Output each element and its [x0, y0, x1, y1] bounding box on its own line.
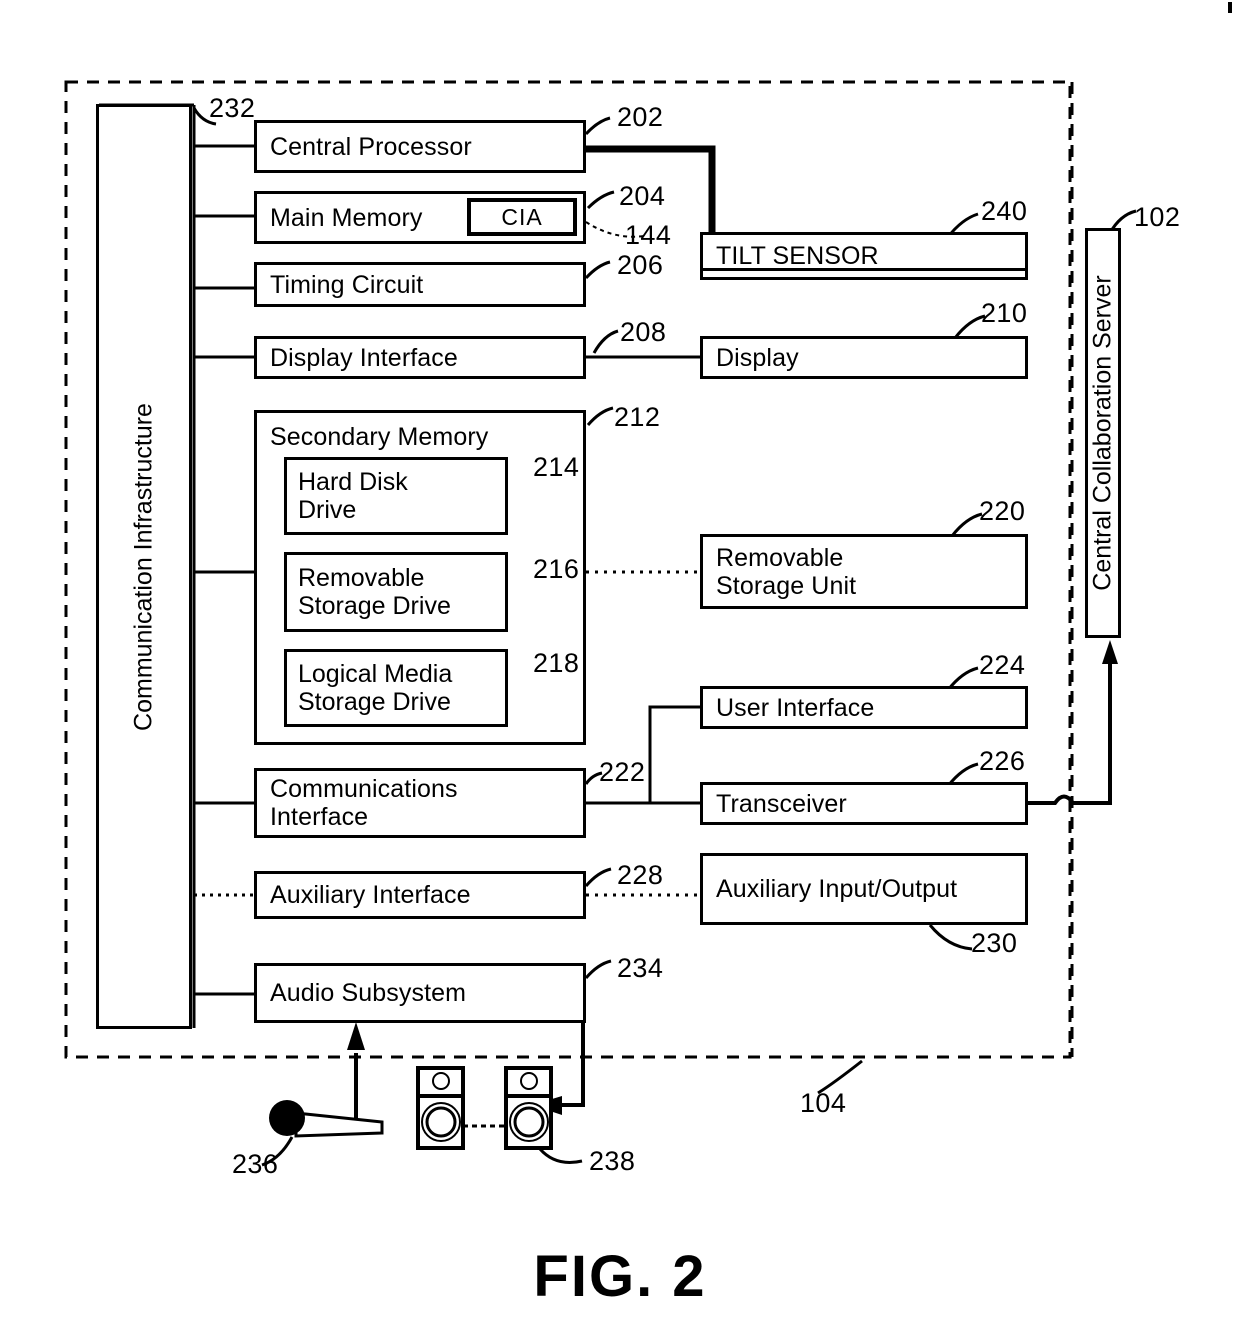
- removable-storage-unit-label: Removable Storage Unit: [716, 543, 857, 600]
- central-collaboration-server-block: Central Collaboration Server: [1085, 228, 1121, 638]
- audio-subsystem-label: Audio Subsystem: [270, 979, 467, 1007]
- auxiliary-input-output-block: Auxiliary Input/Output: [700, 853, 1028, 925]
- hard-disk-drive-block: Hard Disk Drive: [284, 457, 508, 535]
- figure-caption: FIG. 2: [533, 1244, 707, 1309]
- ref-210: 210: [981, 298, 1028, 328]
- secondary-memory-label: Secondary Memory: [270, 423, 489, 451]
- logical-media-storage-drive-label: Logical Media Storage Drive: [298, 660, 453, 716]
- ref-204: 204: [619, 181, 666, 211]
- speaker-right-woofer-inner: [513, 1106, 545, 1138]
- ref-236: 236: [232, 1149, 279, 1179]
- logical-media-storage-drive-block: Logical Media Storage Drive: [284, 649, 508, 727]
- transceiver-block: Transceiver: [700, 782, 1028, 825]
- display-label: Display: [716, 343, 799, 372]
- communications-interface-label: Communications Interface: [270, 775, 458, 831]
- ref-206: 206: [617, 250, 664, 280]
- ref-102: 102: [1134, 202, 1181, 232]
- ref-238: 238: [589, 1146, 636, 1176]
- audio-subsystem-block: Audio Subsystem: [254, 963, 586, 1023]
- main-memory-label: Main Memory: [270, 203, 423, 232]
- microphone-head: [269, 1100, 305, 1136]
- communication-infrastructure-label: Communication Infrastructure: [129, 402, 158, 731]
- leader-212: [586, 406, 614, 426]
- ref-222: 222: [599, 757, 646, 787]
- user-interface-block: User Interface: [700, 686, 1028, 729]
- mic-arrowhead: [347, 1022, 365, 1050]
- ref-218: 218: [533, 648, 580, 678]
- audio-to-speaker-line: [561, 1022, 585, 1107]
- ref-104: 104: [800, 1088, 847, 1118]
- commif-branch-line: [648, 705, 700, 803]
- removable-storage-drive-block: Removable Storage Drive: [284, 552, 508, 632]
- cia-label: CIA: [501, 203, 543, 230]
- timing-circuit-label: Timing Circuit: [270, 270, 424, 299]
- ref-224: 224: [979, 650, 1026, 680]
- user-interface-label: User Interface: [716, 693, 875, 722]
- central-processor-label: Central Processor: [270, 132, 472, 161]
- ref-216: 216: [533, 554, 580, 584]
- communication-infrastructure-block: Communication Infrastructure: [96, 104, 192, 1029]
- ref-214: 214: [533, 452, 580, 482]
- leader-234: [584, 959, 612, 979]
- leader-228: [584, 867, 612, 887]
- ref-226: 226: [979, 746, 1026, 776]
- microphone-cone: [294, 1111, 384, 1138]
- ref-208: 208: [620, 317, 667, 347]
- leader-238: [538, 1147, 583, 1164]
- speaker-left-tweeter: [432, 1072, 450, 1090]
- ref-232: 232: [209, 93, 256, 123]
- leader-202: [584, 116, 611, 136]
- ref-212: 212: [614, 402, 661, 432]
- tilt-sensor-label: TILT SENSOR: [716, 242, 879, 270]
- transceiver-label: Transceiver: [716, 789, 847, 818]
- removable-storage-drive-label: Removable Storage Drive: [298, 564, 451, 620]
- removable-storage-unit-block: Removable Storage Unit: [700, 534, 1028, 609]
- auxiliary-input-output-label: Auxiliary Input/Output: [716, 875, 958, 903]
- auxiliary-interface-block: Auxiliary Interface: [254, 871, 586, 919]
- central-collaboration-server-label: Central Collaboration Server: [1088, 275, 1117, 591]
- ref-230: 230: [971, 928, 1018, 958]
- speaker-right-tweeter: [520, 1072, 538, 1090]
- timing-circuit-block: Timing Circuit: [254, 262, 586, 307]
- communications-interface-block: Communications Interface: [254, 768, 586, 838]
- display-interface-block: Display Interface: [254, 336, 586, 379]
- hard-disk-drive-label: Hard Disk Drive: [298, 468, 408, 524]
- leader-208: [592, 329, 619, 354]
- leader-206: [584, 260, 611, 280]
- central-processor-block: Central Processor: [254, 120, 586, 173]
- figure-canvas: Communication Infrastructure 232 Central…: [0, 0, 1240, 1343]
- ref-202: 202: [617, 102, 664, 132]
- display-block: Display: [700, 336, 1028, 379]
- auxiliary-interface-label: Auxiliary Interface: [270, 881, 471, 909]
- ref-234: 234: [617, 953, 664, 983]
- leader-220: [950, 512, 983, 537]
- registration-mark: [1228, 2, 1232, 13]
- display-interface-label: Display Interface: [270, 343, 458, 372]
- tilt-sensor-block: TILT SENSOR: [700, 232, 1028, 280]
- tilt-sensor-inner-line: [703, 268, 1025, 271]
- leader-204: [586, 190, 615, 210]
- speaker-left-woofer-inner: [425, 1106, 457, 1138]
- ref-220: 220: [979, 496, 1026, 526]
- leader-230: [928, 924, 973, 951]
- cia-block: CIA: [467, 198, 577, 236]
- ref-144: 144: [625, 220, 672, 250]
- ref-228: 228: [617, 860, 664, 890]
- server-arrowhead: [1102, 640, 1118, 664]
- ref-240: 240: [981, 196, 1028, 226]
